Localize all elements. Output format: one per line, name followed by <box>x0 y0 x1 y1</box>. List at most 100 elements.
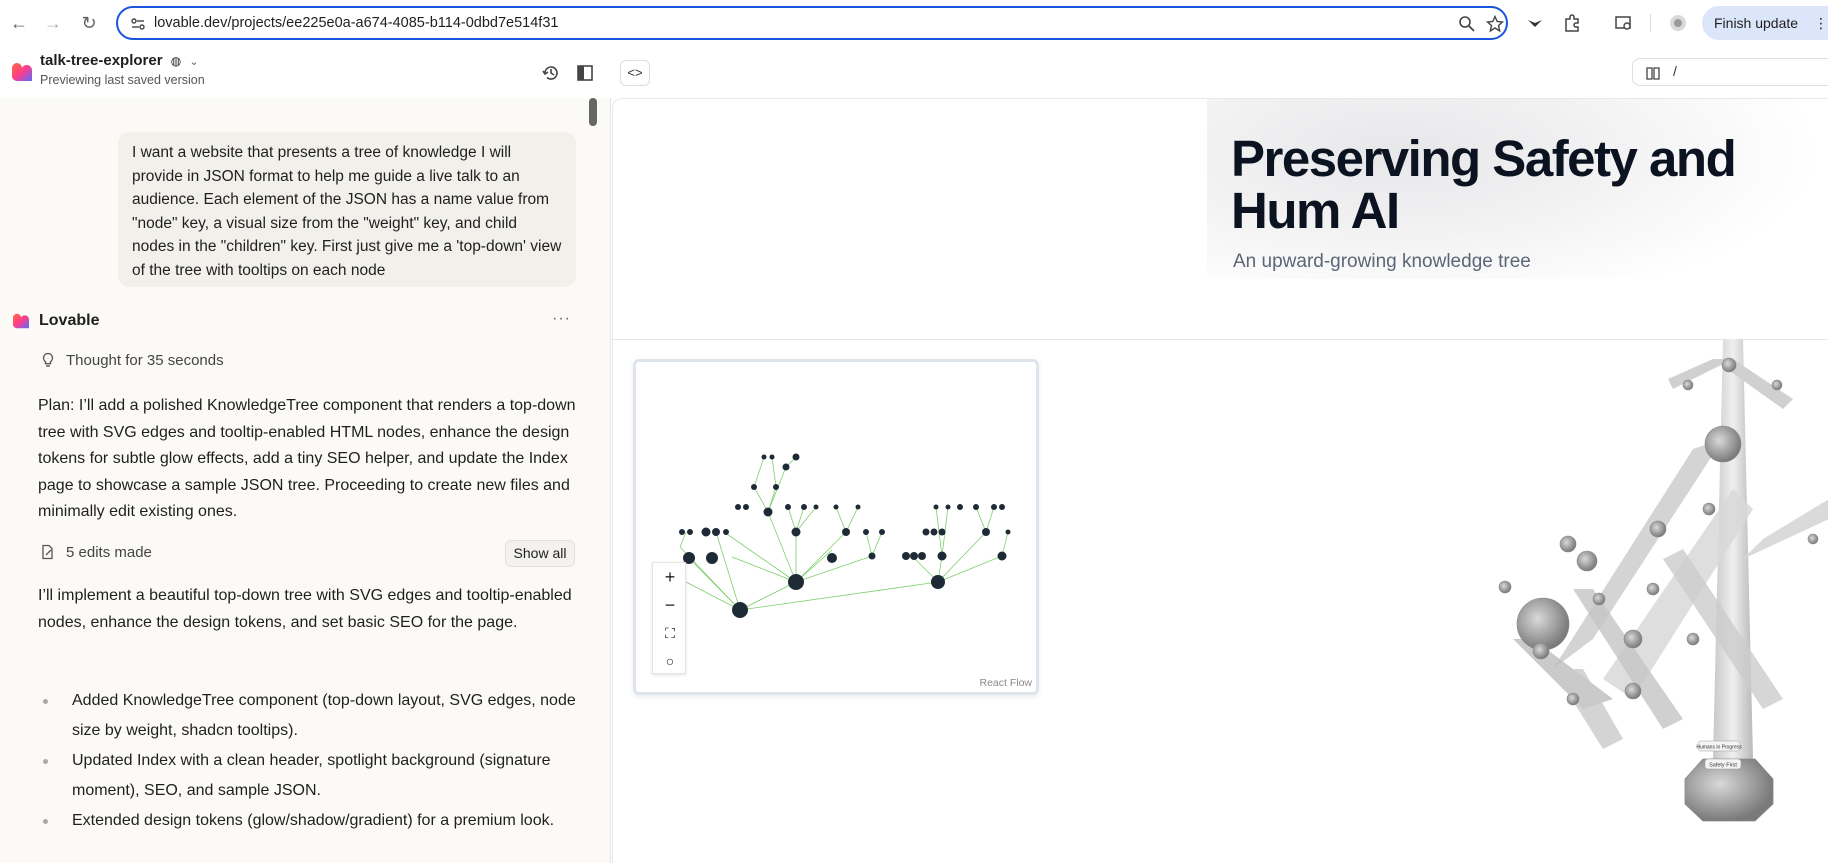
tree-node[interactable] <box>723 529 729 535</box>
tree-node[interactable] <box>879 529 885 535</box>
tree-node[interactable] <box>991 504 997 510</box>
tree-node[interactable] <box>1498 580 1512 594</box>
fit-view-icon[interactable]: ⛶ <box>653 619 687 647</box>
tab-search-icon[interactable] <box>1614 13 1634 33</box>
tree-node[interactable] <box>1646 582 1660 596</box>
tree-node[interactable] <box>1771 379 1783 391</box>
tree-node[interactable] <box>1532 642 1550 660</box>
tree-node[interactable] <box>732 602 748 618</box>
tree-node[interactable] <box>863 529 869 535</box>
tree-node[interactable] <box>1649 520 1667 538</box>
preview-path[interactable]: / <box>1673 63 1677 79</box>
tree-node[interactable] <box>997 551 1007 561</box>
kebab-menu-icon[interactable]: ⋮ <box>1814 6 1828 40</box>
finish-update-button[interactable]: Finish update ⋮ <box>1702 6 1828 40</box>
tree-node[interactable] <box>957 504 963 510</box>
chat-scrollbar[interactable] <box>589 98 597 126</box>
history-icon[interactable] <box>541 63 561 83</box>
tree-node[interactable] <box>1682 379 1694 391</box>
tree-node[interactable] <box>769 454 775 460</box>
thought-duration[interactable]: Thought for 35 seconds <box>66 352 224 369</box>
tree-node[interactable] <box>687 529 693 535</box>
tree-node[interactable] <box>763 507 773 517</box>
tree-node[interactable] <box>931 575 945 589</box>
search-icon[interactable]: ○ <box>653 647 687 675</box>
tree-node[interactable] <box>782 463 790 471</box>
tree-node[interactable] <box>1592 592 1606 606</box>
tree-node[interactable] <box>1686 632 1700 646</box>
book-icon <box>1646 67 1660 80</box>
code-view-button[interactable]: <> <box>620 60 650 86</box>
pane-divider[interactable] <box>610 98 611 863</box>
extensions-icon[interactable] <box>1562 13 1582 33</box>
tree-node[interactable] <box>938 528 946 536</box>
tree-node[interactable] <box>1005 529 1011 535</box>
tree-node[interactable] <box>785 504 791 510</box>
tree-node[interactable] <box>973 504 979 510</box>
tree-node[interactable] <box>813 504 819 510</box>
bookmark-star-icon[interactable] <box>1486 15 1504 33</box>
lovable-logo[interactable] <box>12 62 32 82</box>
forward-icon[interactable]: → <box>42 12 64 34</box>
tree-node[interactable] <box>922 528 930 536</box>
tree-node[interactable] <box>679 529 685 535</box>
tree-node[interactable] <box>1721 357 1737 373</box>
tree-node[interactable] <box>706 552 718 564</box>
preview-path-bar[interactable]: / <box>1632 58 1828 86</box>
tree-node[interactable] <box>982 528 990 536</box>
tree-node[interactable] <box>788 574 804 590</box>
tree-node[interactable] <box>1559 535 1577 553</box>
tree-node[interactable] <box>918 552 926 560</box>
address-bar[interactable]: lovable.dev/projects/ee225e0a-a674-4085-… <box>116 6 1508 40</box>
tree-node[interactable] <box>1516 597 1570 651</box>
tree-node[interactable] <box>910 552 918 560</box>
tree-node[interactable] <box>1702 502 1716 516</box>
tree-node[interactable] <box>1704 425 1742 463</box>
url-text[interactable]: lovable.dev/projects/ee225e0a-a674-4085-… <box>154 15 558 31</box>
zoom-icon[interactable] <box>1458 15 1476 33</box>
sidebar-toggle-icon[interactable] <box>575 63 595 83</box>
tree-node[interactable] <box>801 504 807 510</box>
tree-node[interactable] <box>743 504 749 510</box>
zoom-in-icon[interactable]: + <box>653 563 687 591</box>
tree-node[interactable] <box>701 527 711 537</box>
tree-node[interactable] <box>855 504 861 510</box>
tree-node[interactable] <box>712 528 720 536</box>
tree-node[interactable] <box>791 527 801 537</box>
tree-node[interactable] <box>751 484 757 490</box>
tree-node[interactable] <box>827 553 837 563</box>
tree-node[interactable] <box>761 454 767 460</box>
tree-node[interactable] <box>842 528 850 536</box>
tree-node[interactable] <box>930 528 938 536</box>
profile-avatar-icon[interactable] <box>1668 13 1688 33</box>
zoom-out-icon[interactable]: − <box>653 591 687 619</box>
tree-node[interactable] <box>1566 692 1580 706</box>
reload-icon[interactable]: ↻ <box>78 12 100 34</box>
site-info-icon[interactable] <box>130 16 146 32</box>
tree-node[interactable] <box>1624 682 1642 700</box>
message-options-icon[interactable]: ··· <box>552 310 571 328</box>
back-icon[interactable]: ← <box>8 12 30 34</box>
tree-graph[interactable] <box>636 362 1036 692</box>
tree-nodes[interactable] <box>670 453 1011 619</box>
tree-node[interactable] <box>868 552 876 560</box>
tree-node[interactable] <box>1807 533 1819 545</box>
tree-node[interactable] <box>1576 550 1598 572</box>
tree-node[interactable] <box>833 504 839 510</box>
project-name[interactable]: talk-tree-explorer ◍ ⌄ <box>40 52 199 69</box>
tree-node[interactable] <box>773 484 779 490</box>
react-flow-canvas[interactable]: + − ⛶ ○ React Flow <box>633 359 1039 695</box>
chevron-down-icon[interactable]: ⌄ <box>189 56 198 68</box>
tree-node[interactable] <box>735 504 741 510</box>
show-all-button[interactable]: Show all <box>505 540 575 567</box>
tree-node[interactable] <box>937 551 947 561</box>
tree-node[interactable] <box>933 504 939 510</box>
tree-node[interactable] <box>945 504 951 510</box>
tree-node[interactable] <box>999 504 1005 510</box>
tree-3d-view[interactable]: Humans in Progress Safety First <box>1493 339 1828 863</box>
tree-node[interactable] <box>902 552 910 560</box>
react-flow-attribution[interactable]: React Flow <box>979 677 1032 689</box>
tree-node[interactable] <box>1623 629 1643 649</box>
extension-chevron-icon[interactable] <box>1525 13 1545 33</box>
tree-node[interactable] <box>792 453 800 461</box>
